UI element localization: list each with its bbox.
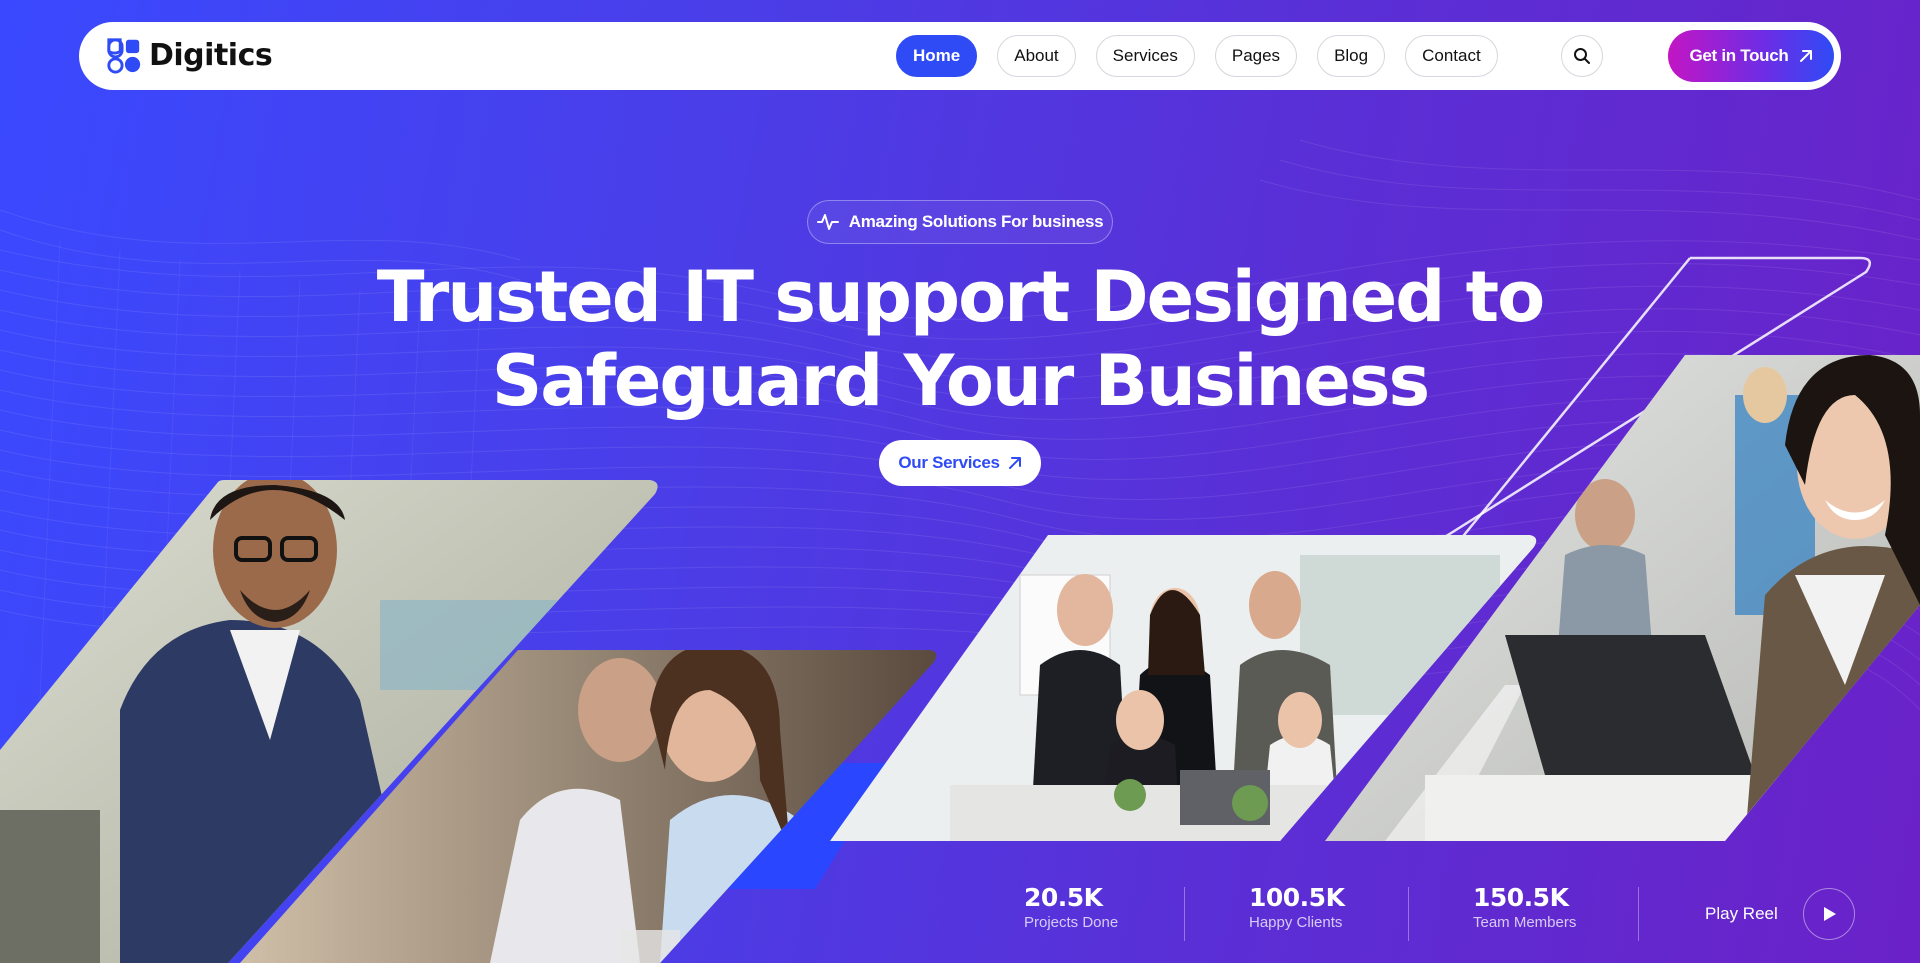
arrow-up-right-icon bbox=[1008, 457, 1021, 469]
get-in-touch-label: Get in Touch bbox=[1689, 46, 1789, 65]
search-icon bbox=[1574, 48, 1590, 64]
stat-divider bbox=[1184, 887, 1185, 941]
stat-label: Projects Done bbox=[1024, 914, 1119, 931]
stat-divider bbox=[1638, 887, 1639, 941]
nav-item-pages[interactable]: Pages bbox=[1214, 35, 1298, 77]
nav-item-contact[interactable]: Contact bbox=[1405, 35, 1498, 77]
stat-value: 100.5K bbox=[1249, 883, 1345, 912]
stat-value: 150.5K bbox=[1473, 883, 1569, 912]
stat-label: Team Members bbox=[1473, 914, 1577, 931]
play-reel-button[interactable] bbox=[1803, 888, 1855, 940]
pulse-icon bbox=[816, 214, 839, 230]
stat-team-members: 150.5K Team Members bbox=[1473, 883, 1576, 931]
stat-happy-clients: 100.5K Happy Clients bbox=[1249, 883, 1345, 931]
nav-item-about[interactable]: About bbox=[997, 35, 1076, 77]
nav-item-services[interactable]: Services bbox=[1095, 35, 1195, 77]
play-reel-label[interactable]: Play Reel bbox=[1705, 904, 1778, 924]
arrow-up-right-icon bbox=[1799, 50, 1812, 62]
brand-logo[interactable]: Digitics bbox=[105, 36, 273, 74]
nav-item-blog[interactable]: Blog bbox=[1317, 35, 1386, 77]
brand-name: Digitics bbox=[149, 37, 273, 73]
stat-projects-done: 20.5K Projects Done bbox=[1024, 883, 1118, 931]
get-in-touch-button[interactable]: Get in Touch bbox=[1668, 30, 1834, 82]
hero-badge-text: Amazing Solutions For business bbox=[848, 212, 1104, 231]
navbar: Digitics Home About Services Pages Blog … bbox=[79, 22, 1841, 90]
stat-label: Happy Clients bbox=[1249, 914, 1343, 931]
hero-title-line1: Trusted IT support Designed to bbox=[376, 256, 1546, 338]
nav-menu: Home About Services Pages Blog Contact bbox=[896, 35, 1498, 77]
nav-item-home[interactable]: Home bbox=[896, 35, 978, 77]
hero-badge: Amazing Solutions For business bbox=[807, 200, 1113, 244]
search-button[interactable] bbox=[1561, 35, 1603, 77]
our-services-button[interactable]: Our Services bbox=[879, 440, 1041, 486]
digitics-logo-icon bbox=[107, 38, 141, 74]
stat-value: 20.5K bbox=[1024, 883, 1103, 912]
play-icon bbox=[1824, 907, 1836, 921]
our-services-label: Our Services bbox=[898, 453, 1000, 472]
stat-divider bbox=[1408, 887, 1409, 941]
hero-photo-woman-laptop bbox=[1325, 355, 1920, 841]
